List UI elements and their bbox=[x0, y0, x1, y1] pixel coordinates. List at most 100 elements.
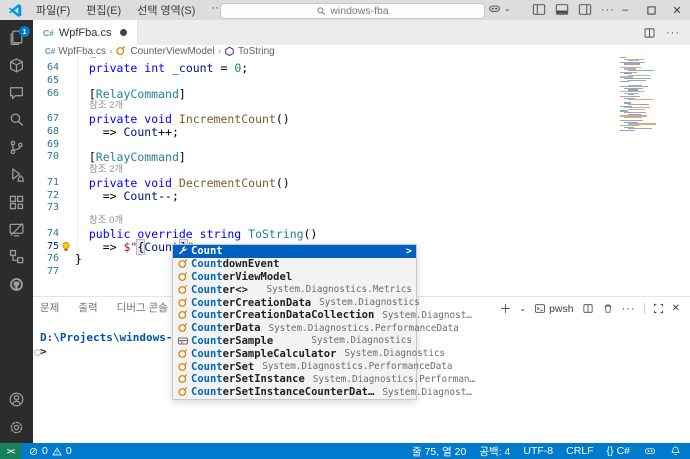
activity-bar-top: 1 bbox=[0, 24, 33, 298]
activity-item-account[interactable] bbox=[0, 386, 33, 413]
panel-tab-2[interactable]: 디버그 콘솔 bbox=[116, 297, 169, 318]
suggest-expand-icon[interactable]: > bbox=[406, 246, 412, 257]
suggest-item-CounterSample[interactable]: CounterSample System.Diagnostics bbox=[173, 335, 416, 348]
line-number: 77 bbox=[46, 266, 59, 277]
class-icon bbox=[176, 322, 189, 334]
activity-item-package[interactable] bbox=[0, 51, 33, 78]
suggest-item-detail: System.Diagnostics bbox=[344, 348, 446, 360]
lightbulb-icon[interactable] bbox=[60, 241, 72, 253]
code-line-66[interactable]: 66 [RelayCommand] bbox=[33, 87, 690, 101]
activity-item-extensions[interactable] bbox=[0, 188, 33, 215]
status-bar: >< 0 0 줄 75, 열 20 공백: 4 UTF-8 CRLF {} C# bbox=[0, 443, 690, 459]
csharp-file-icon: C# bbox=[45, 46, 56, 56]
suggest-item-CounterCreationData[interactable]: CounterCreationData System.Diagnostics bbox=[173, 296, 420, 309]
class-icon bbox=[176, 297, 189, 309]
suggest-item-CounterSet[interactable]: CounterSet System.Diagnostics.Performance… bbox=[173, 360, 453, 373]
close-icon[interactable]: ✕ bbox=[664, 0, 690, 20]
suggest-item-CounterCreationDataCollection[interactable]: CounterCreationDataCollection System.Diag… bbox=[173, 309, 472, 322]
suggest-item-label: CounterCreationData bbox=[191, 296, 312, 309]
new-terminal-icon[interactable]: ＋ bbox=[499, 300, 511, 317]
suggest-item-CounterViewModel[interactable]: CounterViewModel bbox=[173, 271, 416, 284]
minimize-icon[interactable]: – bbox=[612, 0, 638, 20]
activity-item-settings-gear[interactable] bbox=[0, 414, 33, 441]
editor-actions: ··· bbox=[643, 20, 690, 45]
suggest-item-detail: System.Diagnostics.Performan… bbox=[312, 373, 476, 385]
more-panel-actions-icon[interactable]: ··· bbox=[622, 303, 636, 315]
terminal-profile[interactable]: pwsh bbox=[534, 303, 574, 315]
menu-item-0[interactable]: 파일(F) bbox=[30, 0, 76, 20]
suggest-item-label: CountdownEvent bbox=[191, 258, 280, 271]
terminal-profile-dropdown-icon[interactable]: ⌄ bbox=[519, 304, 526, 313]
breadcrumb: C# WpfFba.cs › CounterViewModel › ToString bbox=[33, 45, 690, 57]
class-icon bbox=[116, 46, 126, 55]
activity-item-search[interactable] bbox=[0, 106, 33, 133]
status-indentation[interactable]: 공백: 4 bbox=[479, 444, 510, 459]
panel-tab-1[interactable]: 출력 bbox=[77, 297, 98, 318]
suggest-item-CounterSampleCalculator[interactable]: CounterSampleCalculator System.Diagnostic… bbox=[173, 347, 445, 360]
toggle-panel-icon[interactable] bbox=[555, 3, 569, 16]
command-center-search[interactable]: windows-fba bbox=[220, 3, 485, 19]
code-text: } bbox=[75, 252, 82, 267]
terminal-profile-label: pwsh bbox=[549, 302, 574, 315]
terminal-prompt: > bbox=[40, 345, 47, 358]
menu-item-1[interactable]: 편집(E) bbox=[80, 0, 127, 20]
suggest-item-CounterSetInstanceCounterDat[interactable]: CounterSetInstanceCounterDat… System.Diag… bbox=[173, 386, 472, 399]
tab-wpffba[interactable]: C# WpfFba.cs bbox=[33, 20, 139, 45]
minimap[interactable] bbox=[618, 57, 658, 135]
suggest-item-Counter[interactable]: Counter<> System.Diagnostics.Metrics bbox=[173, 283, 416, 296]
close-panel-icon[interactable]: ✕ bbox=[672, 303, 680, 314]
search-icon bbox=[10, 113, 23, 127]
code-line-70[interactable]: 70 [RelayCommand] bbox=[33, 151, 690, 164]
suggest-item-CountdownEvent[interactable]: CountdownEvent bbox=[173, 258, 416, 271]
panel-tab-0[interactable]: 문제 bbox=[39, 297, 60, 318]
code-line-73[interactable]: 73 bbox=[33, 202, 690, 215]
status-eol[interactable]: CRLF bbox=[566, 445, 593, 457]
class-icon bbox=[176, 284, 189, 296]
suggest-item-Count[interactable]: Count > bbox=[173, 245, 416, 258]
split-editor-icon[interactable] bbox=[643, 27, 656, 39]
status-cursor-position[interactable]: 줄 75, 열 20 bbox=[412, 444, 466, 459]
line-number: 64 bbox=[46, 62, 59, 73]
status-encoding[interactable]: UTF-8 bbox=[523, 445, 553, 457]
code-line-68[interactable]: 68 => Count++; bbox=[33, 125, 690, 139]
code-line-72[interactable]: 72 => Count--; bbox=[33, 189, 690, 203]
activity-item-hierarchy[interactable] bbox=[0, 243, 33, 270]
toggle-secondary-sidebar-icon[interactable] bbox=[578, 3, 592, 16]
maximize-icon[interactable] bbox=[638, 0, 664, 20]
run-debug-icon bbox=[12, 168, 25, 183]
class-icon bbox=[176, 373, 189, 385]
split-terminal-icon[interactable] bbox=[582, 303, 594, 314]
problems-status[interactable]: 0 0 bbox=[28, 445, 72, 457]
more-actions-icon[interactable]: ··· bbox=[666, 27, 680, 39]
activity-item-explorer[interactable]: 1 bbox=[0, 24, 33, 51]
remote-indicator[interactable]: >< bbox=[0, 443, 21, 459]
menu-item-2[interactable]: 선택 영역(S) bbox=[131, 0, 201, 20]
terminal[interactable]: D:\Projects\windows-fba > bbox=[34, 331, 192, 359]
status-notifications[interactable] bbox=[670, 445, 681, 457]
breadcrumb-item-1[interactable]: CounterViewModel bbox=[115, 45, 215, 57]
breadcrumb-item-0[interactable]: C# WpfFba.cs bbox=[45, 46, 106, 57]
breadcrumb-item-2[interactable]: ToString bbox=[224, 46, 275, 57]
activity-item-remote-explorer[interactable] bbox=[0, 216, 33, 243]
command-decoration-icon[interactable] bbox=[34, 349, 41, 356]
window-controls: – ✕ bbox=[612, 0, 690, 20]
breadcrumb-label: CounterViewModel bbox=[130, 45, 215, 57]
toolbar-separator bbox=[643, 303, 645, 314]
maximize-panel-icon[interactable] bbox=[653, 303, 664, 314]
trash-icon[interactable] bbox=[602, 303, 614, 314]
copilot-menu-button[interactable]: ⌄ bbox=[487, 2, 511, 15]
status-copilot[interactable] bbox=[643, 445, 657, 457]
code-line-64[interactable]: 64 private int _count = 0; bbox=[33, 62, 690, 75]
activity-item-run-debug[interactable] bbox=[0, 161, 33, 188]
line-number: 74 bbox=[46, 227, 59, 239]
status-language[interactable]: {} C# bbox=[607, 445, 630, 457]
activity-item-source-control[interactable] bbox=[0, 134, 33, 161]
property-icon bbox=[176, 245, 189, 257]
suggest-item-CounterData[interactable]: CounterData System.Diagnostics.Performanc… bbox=[173, 322, 459, 335]
toggle-sidebar-icon[interactable] bbox=[532, 3, 546, 16]
suggest-item-CounterSetInstance[interactable]: CounterSetInstance System.Diagnostics.Per… bbox=[173, 373, 475, 386]
activity-item-github[interactable] bbox=[0, 271, 33, 298]
modified-dot-icon[interactable] bbox=[120, 29, 128, 36]
suggest-item-label: CounterSampleCalculator bbox=[191, 347, 337, 360]
activity-item-chat[interactable] bbox=[0, 79, 33, 106]
